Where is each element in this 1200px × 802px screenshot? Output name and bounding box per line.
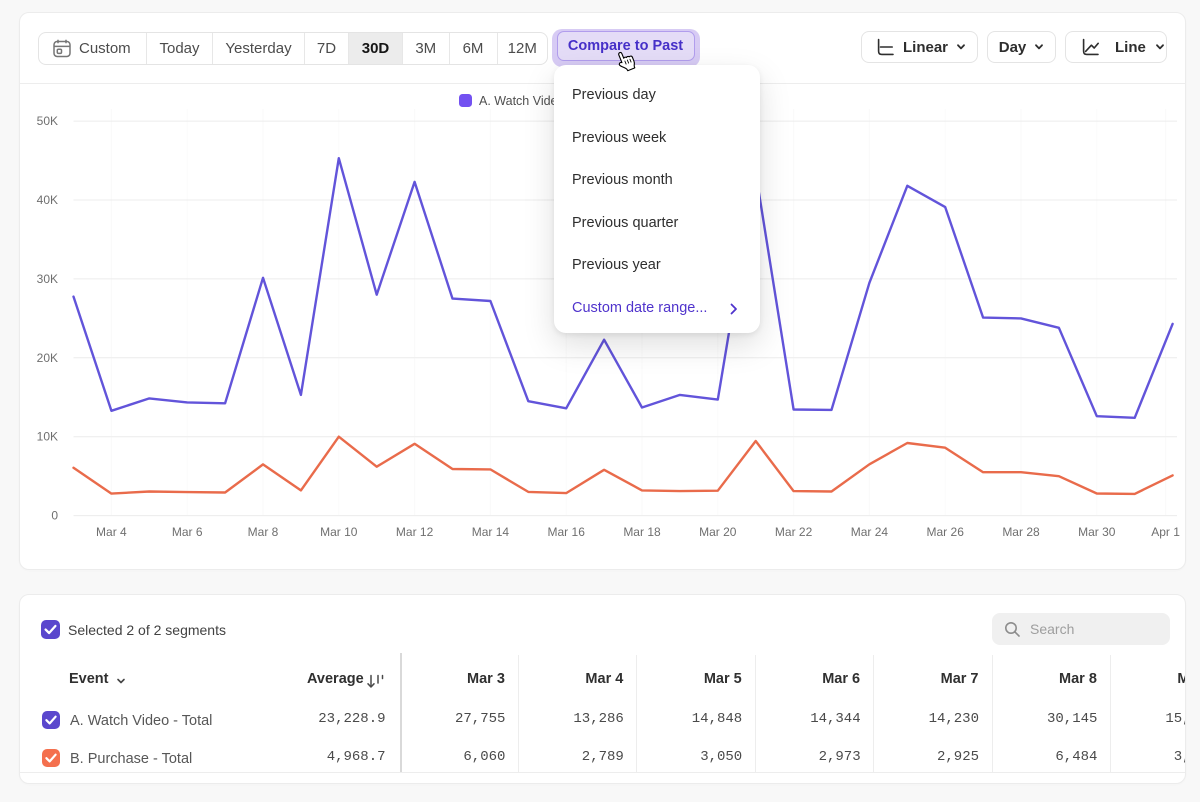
svg-text:Mar 28: Mar 28 (1002, 525, 1040, 539)
svg-text:40K: 40K (37, 193, 58, 207)
svg-text:20K: 20K (37, 351, 58, 365)
svg-text:Mar 6: Mar 6 (172, 525, 203, 539)
svg-text:Mar 24: Mar 24 (851, 525, 889, 539)
svg-text:Mar 16: Mar 16 (548, 525, 586, 539)
svg-text:Mar 4: Mar 4 (96, 525, 127, 539)
svg-text:Mar 22: Mar 22 (775, 525, 813, 539)
svg-text:Mar 30: Mar 30 (1078, 525, 1116, 539)
svg-text:Mar 12: Mar 12 (396, 525, 434, 539)
svg-text:Mar 14: Mar 14 (472, 525, 510, 539)
svg-text:Mar 18: Mar 18 (623, 525, 661, 539)
svg-text:50K: 50K (37, 114, 58, 128)
svg-text:Mar 8: Mar 8 (248, 525, 279, 539)
svg-text:Apr 1: Apr 1 (1151, 525, 1180, 539)
svg-text:Mar 26: Mar 26 (927, 525, 965, 539)
svg-text:30K: 30K (37, 272, 58, 286)
svg-text:Mar 20: Mar 20 (699, 525, 737, 539)
svg-text:Mar 10: Mar 10 (320, 525, 358, 539)
svg-text:0: 0 (51, 509, 58, 523)
svg-text:10K: 10K (37, 430, 58, 444)
